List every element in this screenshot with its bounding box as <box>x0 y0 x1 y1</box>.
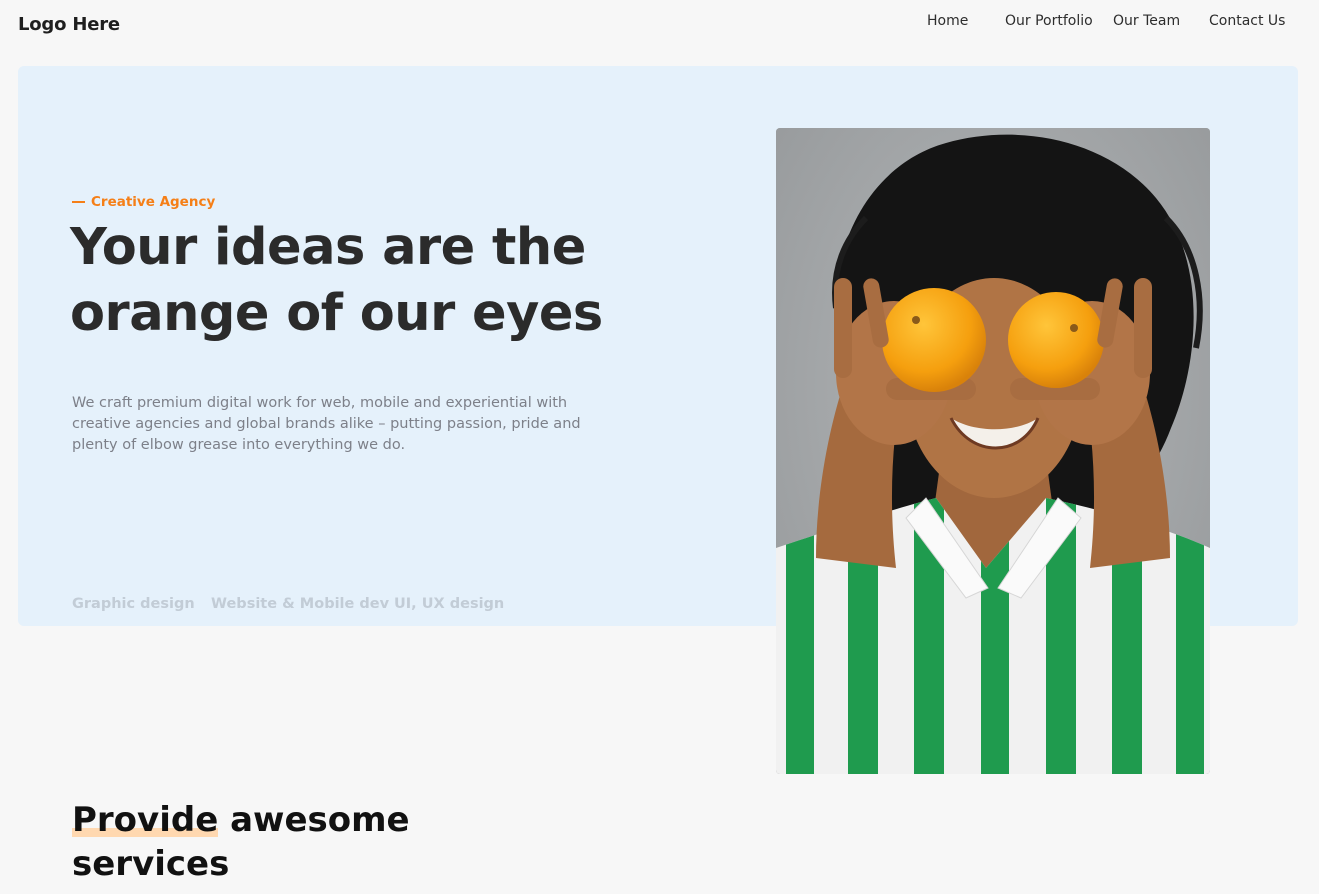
main-nav: Home Our Portfolio Our Team Contact Us <box>0 13 1319 33</box>
service-tag-graphic-design: Graphic design <box>72 596 195 612</box>
page: Logo Here Home Our Portfolio Our Team Co… <box>0 0 1319 894</box>
hero-title-line-1: Your ideas are the <box>70 218 586 277</box>
services-title-highlight: Provide <box>72 800 219 840</box>
nav-home[interactable]: Home <box>927 13 968 29</box>
nav-contact-us[interactable]: Contact Us <box>1209 13 1285 29</box>
eyebrow-label: Creative Agency <box>91 194 216 210</box>
hero-description: We craft premium digital work for web, m… <box>72 395 581 453</box>
nav-our-portfolio[interactable]: Our Portfolio <box>1005 13 1093 29</box>
service-tag-ui-ux-design: UI, UX design <box>394 596 505 612</box>
hero-eyebrow: Creative Agency <box>72 194 215 210</box>
services-section-title: Provide awesome services <box>72 798 410 886</box>
services-title-line-2: services <box>72 844 230 884</box>
hero-title-line-2: orange of our eyes <box>70 284 603 343</box>
photo-person-holding-oranges <box>776 128 1210 774</box>
services-title-rest: awesome <box>218 800 410 840</box>
hero-photo <box>776 128 1210 774</box>
service-tag-web-mobile-dev: Website & Mobile dev <box>211 596 390 612</box>
nav-our-team[interactable]: Our Team <box>1113 13 1180 29</box>
hero-title: Your ideas are the orange of our eyes <box>70 215 690 347</box>
eyebrow-dash <box>72 201 85 203</box>
